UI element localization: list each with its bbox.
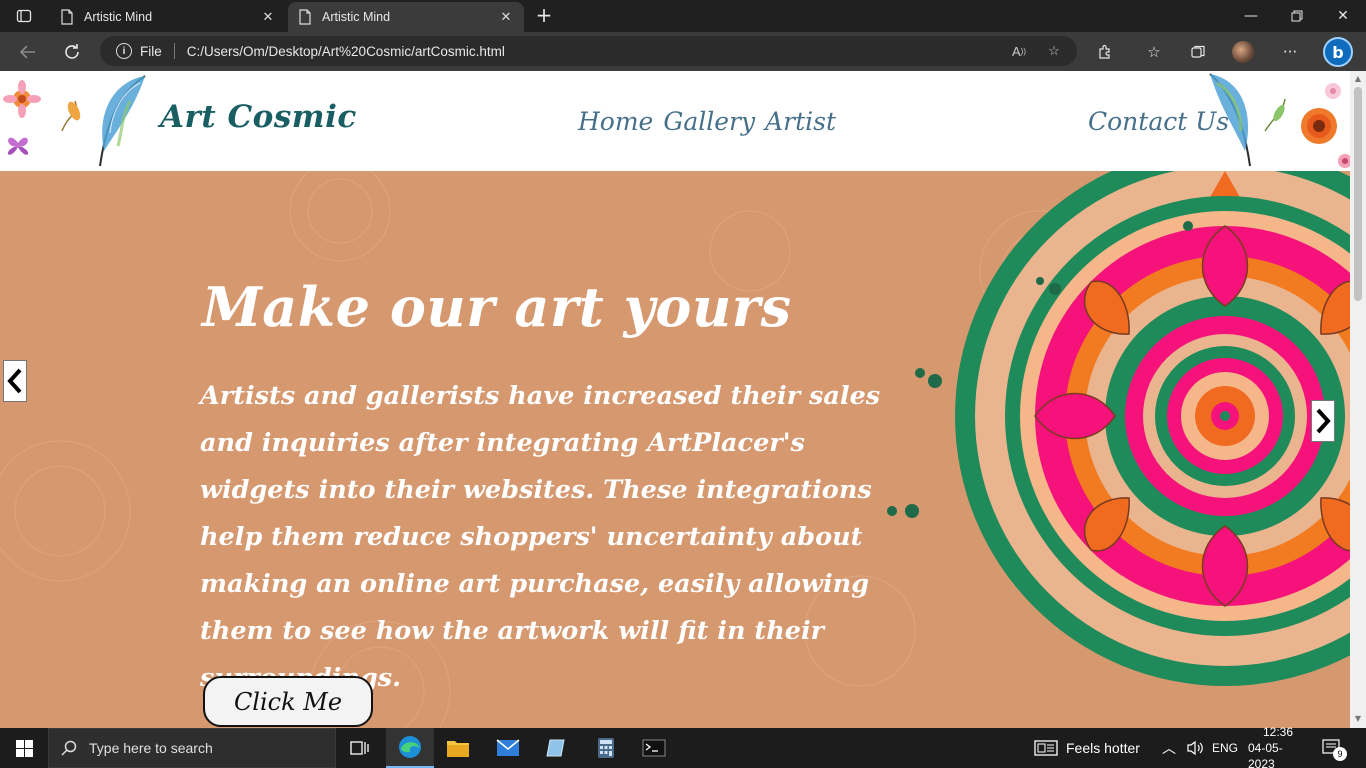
file-explorer-icon[interactable]	[434, 728, 482, 768]
chevron-left-icon	[7, 368, 22, 394]
close-tab-icon[interactable]: ✕	[260, 9, 276, 25]
show-hidden-icons[interactable]: ︿	[1162, 728, 1176, 768]
nav-artist[interactable]: Artist	[765, 107, 836, 136]
favorites-icon[interactable]: ☆	[1140, 38, 1168, 66]
weather-widget[interactable]: Feels hotter	[1034, 728, 1140, 768]
start-button[interactable]	[0, 728, 48, 768]
web-page: Art Cosmic Home Gallery Artist Contact U…	[0, 71, 1350, 728]
refresh-icon[interactable]	[58, 38, 86, 66]
info-icon[interactable]: i	[116, 43, 132, 59]
page-icon	[61, 9, 73, 25]
floral-decoration-icon	[1209, 73, 1350, 168]
tab-title: Artistic Mind	[84, 10, 153, 24]
hero-banner: Make our art yours Artists and gallerist…	[0, 171, 1350, 728]
nav-home[interactable]: Home	[578, 107, 653, 136]
notification-count-badge: 9	[1333, 747, 1347, 761]
mandala-illustration	[887, 171, 1350, 686]
search-icon	[61, 740, 77, 756]
restore-icon[interactable]	[1274, 0, 1320, 32]
more-options-icon[interactable]: ···	[1276, 38, 1304, 66]
terminal-icon[interactable]	[630, 728, 678, 768]
mail-icon[interactable]	[484, 728, 532, 768]
bing-icon[interactable]: b	[1323, 37, 1353, 67]
clock-date: 04-05-2023	[1248, 741, 1283, 768]
taskbar-search-box[interactable]: Type here to search	[48, 728, 336, 768]
photos-icon[interactable]	[532, 728, 580, 768]
calculator-icon[interactable]	[582, 728, 630, 768]
language-text: ENG	[1212, 741, 1239, 755]
nav-gallery[interactable]: Gallery	[663, 107, 755, 136]
extensions-icon[interactable]	[1091, 38, 1119, 66]
language-indicator[interactable]: ENG	[1212, 728, 1238, 768]
search-placeholder: Type here to search	[89, 740, 213, 756]
tab-actions-icon[interactable]	[8, 4, 40, 28]
task-view-icon[interactable]	[336, 728, 384, 768]
scheme-label: File	[140, 43, 162, 59]
floral-decoration-icon	[3, 75, 146, 167]
volume-icon[interactable]	[1186, 728, 1204, 768]
page-scrollbar[interactable]: ▲ ▼	[1350, 71, 1366, 728]
site-brand[interactable]: Art Cosmic	[160, 99, 357, 135]
close-window-icon[interactable]: ✕	[1320, 0, 1366, 32]
divider	[173, 43, 175, 59]
minimize-icon[interactable]: —	[1228, 0, 1274, 32]
hero-title: Make our art yours	[202, 275, 792, 339]
page-icon	[299, 9, 311, 25]
windows-logo-icon	[15, 739, 33, 757]
clock-time: 12:36	[1262, 725, 1294, 739]
collections-icon[interactable]	[1184, 38, 1212, 66]
new-tab-icon[interactable]: +	[532, 4, 556, 28]
click-me-button[interactable]: Click Me	[203, 676, 373, 727]
main-nav: Home Gallery Artist	[578, 107, 836, 136]
site-header: Art Cosmic Home Gallery Artist Contact U…	[0, 71, 1350, 171]
notification-center-icon[interactable]: 9	[1322, 728, 1347, 768]
clock[interactable]: 12:36 04-05-2023	[1248, 725, 1308, 768]
chevron-up-icon: ︿	[1162, 740, 1176, 756]
tab-artistic-mind-2[interactable]: Artistic Mind ✕	[288, 2, 524, 32]
carousel-next-button[interactable]	[1311, 400, 1335, 442]
edge-taskbar-icon[interactable]	[386, 728, 434, 768]
weather-text: Feels hotter	[1066, 740, 1140, 756]
news-weather-icon	[1034, 740, 1058, 756]
windows-taskbar: Type here to search Feels hotter ︿ ENG 1…	[0, 725, 1366, 768]
add-favorite-icon[interactable]: ☆	[1040, 36, 1068, 66]
scroll-down-icon[interactable]: ▼	[1353, 714, 1363, 724]
scroll-up-icon[interactable]: ▲	[1353, 74, 1363, 84]
carousel-prev-button[interactable]	[3, 360, 27, 402]
url-text: C:/Users/Om/Desktop/Art%20Cosmic/artCosm…	[186, 43, 505, 59]
tab-title: Artistic Mind	[322, 10, 391, 24]
scrollbar-thumb[interactable]	[1354, 87, 1362, 301]
browser-toolbar: i File C:/Users/Om/Desktop/Art%20Cosmic/…	[0, 32, 1366, 71]
back-icon[interactable]	[14, 38, 42, 66]
tab-artistic-mind-1[interactable]: Artistic Mind ✕	[50, 2, 286, 32]
profile-avatar[interactable]	[1232, 41, 1254, 63]
tab-strip: Artistic Mind ✕ Artistic Mind ✕ + — ✕	[0, 0, 1366, 32]
close-tab-icon[interactable]: ✕	[498, 9, 514, 25]
chevron-right-icon	[1316, 408, 1331, 434]
hero-description: Artists and gallerists have increased th…	[200, 381, 881, 693]
read-aloud-icon[interactable]: A))	[1005, 36, 1033, 66]
address-bar[interactable]: i File C:/Users/Om/Desktop/Art%20Cosmic/…	[100, 36, 1077, 66]
